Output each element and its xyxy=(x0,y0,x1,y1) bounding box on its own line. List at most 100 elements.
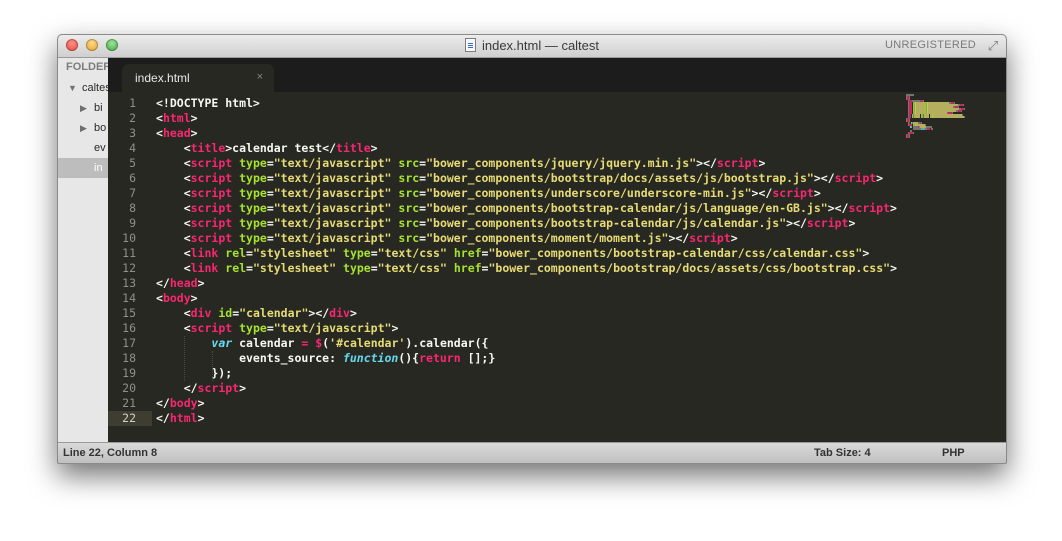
line-text[interactable]: <div id="calendar"></div> xyxy=(156,306,357,321)
line-text[interactable]: </script> xyxy=(156,381,246,396)
code-line[interactable]: 17 var calendar = $('#calendar').calenda… xyxy=(108,336,908,351)
code-line[interactable]: 2 <html> xyxy=(108,111,908,126)
code-line[interactable]: 20 </script> xyxy=(108,381,908,396)
code-token: "stylesheet" xyxy=(252,246,337,260)
disclosure-right-icon[interactable]: ▶ xyxy=(80,103,87,114)
code-line[interactable]: 5 <script type="text/javascript" src="bo… xyxy=(108,156,908,171)
code-token: script xyxy=(848,201,891,215)
minimap-token xyxy=(909,118,910,120)
sidebar-item-label: bi xyxy=(94,102,103,114)
sidebar-item-folder[interactable]: ▶ bi xyxy=(58,98,108,118)
line-text[interactable]: <script type="text/javascript"> xyxy=(156,321,399,336)
code-line[interactable]: 1 <!DOCTYPE html> xyxy=(108,96,908,111)
code-token: href xyxy=(453,261,482,275)
line-number: 16 xyxy=(122,321,136,335)
code-token: rel xyxy=(225,246,247,260)
line-text[interactable]: <body> xyxy=(156,291,198,306)
code-token: var xyxy=(211,336,233,350)
minimap[interactable] xyxy=(906,94,1006,140)
code-line[interactable]: 3 <head> xyxy=(108,126,908,141)
code-token: "text/css" xyxy=(377,246,447,260)
code-token: > xyxy=(813,186,821,200)
line-text[interactable]: </html> xyxy=(156,411,205,426)
line-text[interactable]: events_source: function(){return [];} xyxy=(156,351,495,366)
minimap-token xyxy=(912,128,921,130)
code-token: [];} xyxy=(460,351,496,365)
code-line[interactable]: 13 </head> xyxy=(108,276,908,291)
tab-index-html[interactable]: index.html × xyxy=(122,64,274,92)
line-text[interactable]: <script type="text/javascript" src="bowe… xyxy=(156,216,856,231)
line-text[interactable]: <head> xyxy=(156,126,198,141)
line-text[interactable]: <link rel="stylesheet" type="text/css" h… xyxy=(156,261,897,276)
line-text[interactable]: var calendar = $('#calendar').calendar({ xyxy=(156,336,488,351)
line-text[interactable]: </body> xyxy=(156,396,205,411)
code-token: script xyxy=(190,231,233,245)
minimap-token xyxy=(923,116,930,118)
code-line[interactable]: 21 </body> xyxy=(108,396,908,411)
code-token: type xyxy=(239,321,267,335)
code-line[interactable]: 19 }); xyxy=(108,366,908,381)
line-text[interactable]: <script type="text/javascript" src="bowe… xyxy=(156,231,738,246)
code-line[interactable]: 6 <script type="text/javascript" src="bo… xyxy=(108,171,908,186)
sidebar-item-file-selected[interactable]: in xyxy=(58,158,108,178)
code-line[interactable]: 10 <script type="text/javascript" src="b… xyxy=(108,231,908,246)
line-text[interactable]: <script type="text/javascript" src="bowe… xyxy=(156,201,897,216)
fullscreen-icon[interactable]: ⤢ xyxy=(986,39,1000,53)
code-token: script xyxy=(689,231,731,245)
line-text[interactable]: <html> xyxy=(156,111,198,126)
editor-window: index.html — caltest UNREGISTERED ⤢ FOLD… xyxy=(57,34,1007,464)
code-token: return xyxy=(419,351,461,365)
code-token: src xyxy=(398,186,420,200)
line-text[interactable]: <title>calendar test</title> xyxy=(156,141,378,156)
sidebar-item-caltest[interactable]: ▼ caltest xyxy=(58,78,108,98)
code-token: script xyxy=(772,186,814,200)
disclosure-right-icon[interactable]: ▶ xyxy=(80,123,87,134)
code-token: ></ xyxy=(668,231,690,245)
code-token: "text/javascript" xyxy=(273,156,392,170)
code-line[interactable]: 9 <script type="text/javascript" src="bo… xyxy=(108,216,908,231)
code-token: = xyxy=(266,231,274,245)
code-line[interactable]: 15 <div id="calendar"></div> xyxy=(108,306,908,321)
code-line[interactable]: 8 <script type="text/javascript" src="bo… xyxy=(108,201,908,216)
line-number: 13 xyxy=(122,276,136,290)
code-token: }); xyxy=(156,366,233,380)
line-text[interactable]: }); xyxy=(156,366,232,381)
close-icon[interactable]: × xyxy=(257,71,263,83)
code-token: < xyxy=(156,141,191,155)
line-number: 11 xyxy=(122,246,136,260)
code-line[interactable]: 14 <body> xyxy=(108,291,908,306)
line-number: 5 xyxy=(129,156,136,170)
code-token: </ xyxy=(156,396,170,410)
code-line[interactable]: 16 <script type="text/javascript"> xyxy=(108,321,908,336)
code-line[interactable]: 7 <script type="text/javascript" src="bo… xyxy=(108,186,908,201)
code-token: > xyxy=(391,321,399,335)
syntax-selector[interactable]: PHP xyxy=(942,447,965,459)
line-text[interactable]: <script type="text/javascript" src="bowe… xyxy=(156,171,883,186)
sidebar-item-file[interactable]: ev xyxy=(58,138,108,158)
line-text[interactable]: <link rel="stylesheet" type="text/css" h… xyxy=(156,246,870,261)
code-token: script xyxy=(197,381,240,395)
code-token: id xyxy=(218,306,233,320)
disclosure-down-icon[interactable]: ▼ xyxy=(68,83,77,93)
code-line[interactable]: 12 <link rel="stylesheet" type="text/css… xyxy=(108,261,908,276)
code-line[interactable]: 18 events_source: function(){return [];} xyxy=(108,351,908,366)
code-line[interactable]: 11 <link rel="stylesheet" type="text/css… xyxy=(108,246,908,261)
code-line[interactable]: 4 <title>calendar test</title> xyxy=(108,141,908,156)
code-token: ></ xyxy=(751,186,773,200)
code-token: title xyxy=(190,141,226,155)
code-token: < xyxy=(156,156,191,170)
tab-size-selector[interactable]: Tab Size: 4 xyxy=(814,447,871,459)
line-text[interactable]: <script type="text/javascript" src="bowe… xyxy=(156,186,821,201)
title-bar[interactable]: index.html — caltest UNREGISTERED ⤢ xyxy=(58,35,1006,58)
line-text[interactable]: <script type="text/javascript" src="bowe… xyxy=(156,156,766,171)
line-text[interactable]: </head> xyxy=(156,276,205,291)
sidebar-item-folder[interactable]: ▶ bo xyxy=(58,118,108,138)
line-number: 6 xyxy=(129,171,136,185)
code-token: = xyxy=(266,201,274,215)
code-token: function xyxy=(342,351,399,365)
code-editor[interactable]: 1 <!DOCTYPE html> 2 <html> 3 <head> 4 <title>c… xyxy=(108,92,1006,442)
code-line[interactable]: 22 </html> xyxy=(108,411,908,426)
line-text[interactable]: <!DOCTYPE html> xyxy=(156,96,260,111)
line-number: 1 xyxy=(129,96,136,110)
tab-label: index.html xyxy=(135,71,190,85)
